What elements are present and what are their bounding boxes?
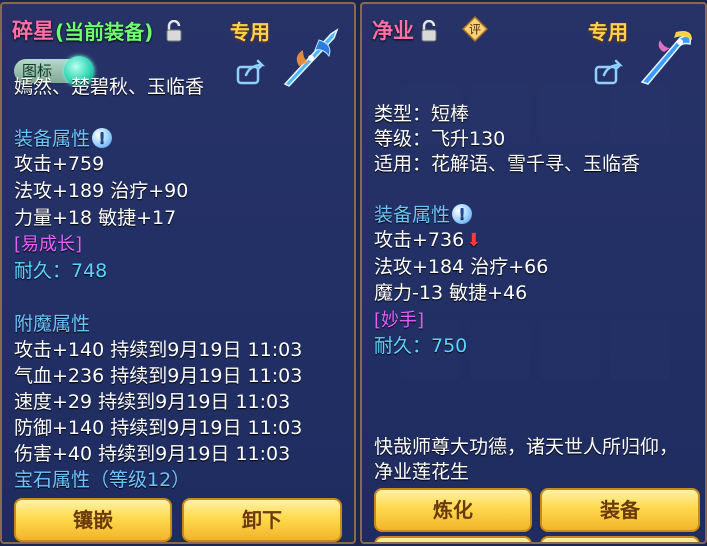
down-arrow-icon: ⬇: [466, 230, 482, 251]
enchant-section-title: 附魔属性: [14, 313, 91, 335]
inlay-button[interactable]: 镶嵌: [14, 498, 172, 542]
gem-section-title: 宝石属性（等级12）: [14, 469, 191, 491]
durability: 耐久：750: [374, 335, 468, 357]
refine-button[interactable]: 炼化: [374, 488, 532, 532]
appraise-badge-label: 评: [469, 23, 481, 37]
durability: 耐久：748: [14, 260, 108, 282]
stat-line: 攻击+736 ⬇: [374, 231, 481, 250]
appraise-badge-icon[interactable]: 评: [462, 16, 488, 42]
stat-line: 攻击+759: [14, 153, 105, 175]
effect-tag: [易成长]: [14, 234, 83, 255]
attr-section-title: 装备属性!: [374, 204, 473, 226]
attr-section-title: 装备属性!: [14, 128, 113, 150]
attr-section-label: 装备属性: [14, 128, 91, 150]
lock-icon[interactable]: [420, 20, 438, 42]
stat-line: 法攻+184 治疗+66: [374, 256, 549, 278]
level-line: 等级：飞升130: [374, 128, 506, 150]
equipped-tag: (当前装备): [55, 20, 154, 44]
weapon-icon: [283, 28, 339, 87]
description-line: 快哉师尊大功德，诸天世人所归仰，: [374, 436, 679, 458]
equip-button[interactable]: 装备: [540, 488, 700, 532]
enchant-line: 防御+140 持续到9月19日 11:03: [14, 417, 303, 439]
info-icon[interactable]: !: [452, 204, 473, 224]
effect-tag: [妙手]: [374, 310, 425, 331]
weapon-icon: [640, 31, 692, 85]
enchant-line: 攻击+140 持续到9月19日 11:03: [14, 339, 303, 361]
unequip-button[interactable]: 卸下: [182, 498, 342, 542]
users-line: 适用：花解语、雪千寻、玉临香: [374, 153, 641, 175]
special-tag: 专用: [588, 20, 628, 44]
stat-value: 攻击+736: [374, 229, 465, 251]
item-tooltip-compare: 净业 评 专用 类型：短棒 等级：飞升130 适用：花解语、雪千寻、玉临香 装备…: [360, 2, 707, 544]
enchant-line: 伤害+40 持续到9月19日 11:03: [14, 443, 291, 465]
users-line: 嫣然、楚碧秋、玉临香: [14, 76, 205, 98]
button-stub: [374, 536, 532, 542]
info-icon[interactable]: !: [92, 128, 113, 148]
type-line: 类型：短棒: [374, 103, 470, 125]
description-line: 净业莲花生: [374, 461, 470, 483]
enchant-line: 速度+29 持续到9月19日 11:03: [14, 391, 291, 413]
enchant-line: 气血+236 持续到9月19日 11:03: [14, 365, 303, 387]
stat-line: 魔力-13 敏捷+46: [374, 282, 528, 304]
stat-line: 法攻+189 治疗+90: [14, 180, 189, 202]
item-name: 净业: [372, 19, 414, 43]
stat-line: 力量+18 敏捷+17: [14, 207, 177, 229]
lock-icon[interactable]: [165, 20, 183, 42]
share-icon[interactable]: [594, 59, 624, 85]
special-tag: 专用: [230, 20, 270, 44]
button-stub: [540, 536, 700, 542]
attr-section-label: 装备属性: [374, 204, 451, 226]
item-tooltip-current: 碎星 (当前装备) 专用 图标 嫣然、楚碧秋、玉临香 装备属性! 攻击+759 …: [0, 2, 356, 544]
share-icon[interactable]: [236, 59, 266, 85]
item-name: 碎星: [12, 19, 54, 43]
